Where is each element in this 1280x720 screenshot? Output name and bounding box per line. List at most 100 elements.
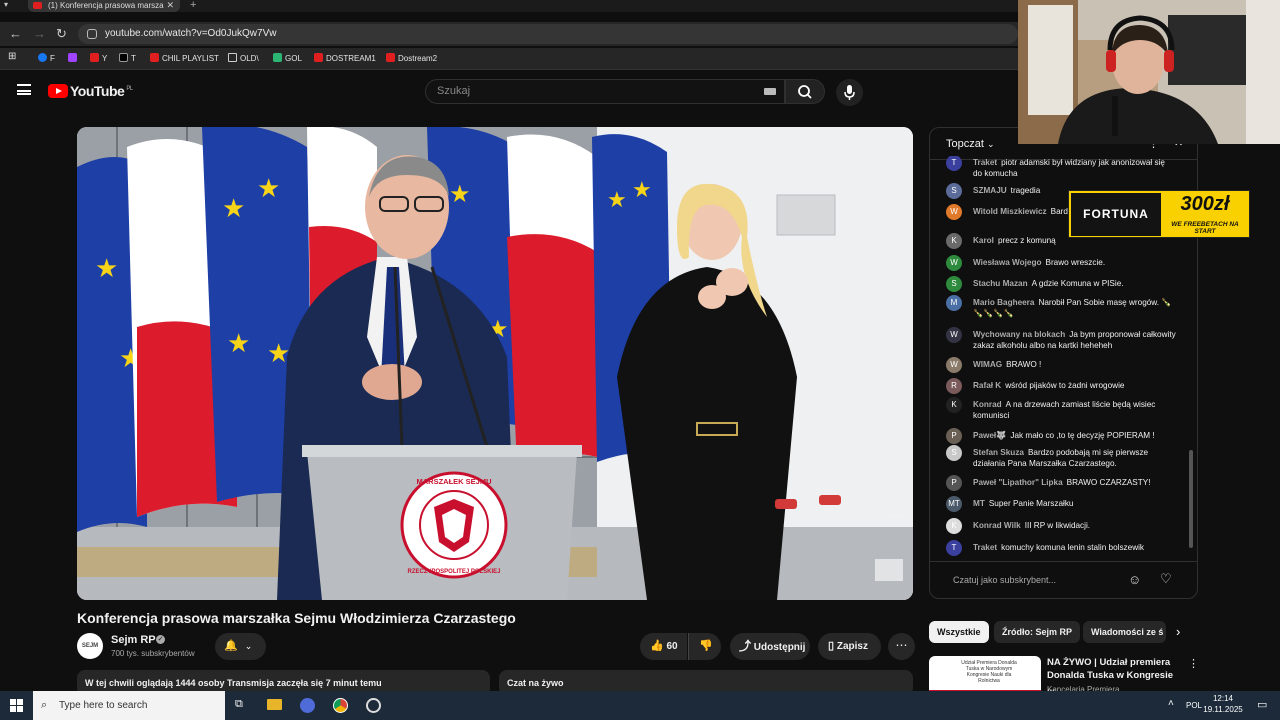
chat-avatar[interactable]: K <box>946 518 962 534</box>
bookmark-item[interactable]: Y <box>90 53 107 63</box>
search-button[interactable] <box>785 79 825 104</box>
chrome-icon[interactable] <box>333 698 348 713</box>
tab-search-icon[interactable]: ▾ <box>4 0 8 9</box>
chat-author[interactable]: Witold Miszkiewicz <box>973 207 1047 216</box>
bookmark-item[interactable] <box>68 53 80 63</box>
dislike-button[interactable]: 👎 <box>688 633 721 660</box>
chat-text: III RP w likwidacji. <box>1024 521 1091 530</box>
chip-news[interactable]: Wiadomości ze ś <box>1083 621 1166 643</box>
heart-icon[interactable]: ♡ <box>1160 571 1172 587</box>
live-viewers-text: W tej chwili oglądają 1444 osoby Transmi… <box>85 678 382 688</box>
task-view-icon[interactable]: ⧉ <box>235 698 243 711</box>
video-player[interactable]: ★ ★ ★ ★ ★ ★ ★ ★ ★ ★ MARSZAŁEK SEJMU RZEC… <box>77 127 913 600</box>
bookmark-item[interactable]: DOSTREAM1 <box>314 53 376 63</box>
chat-author[interactable]: Konrad Wilk <box>973 521 1021 530</box>
chat-author[interactable]: Wiesława Wojego <box>973 258 1041 267</box>
bookmark-item[interactable]: T <box>119 53 136 63</box>
back-icon[interactable]: ← <box>9 26 22 41</box>
chat-author[interactable]: Traket <box>973 158 997 167</box>
chat-author[interactable]: WIMAG <box>973 360 1002 369</box>
url-field[interactable]: youtube.com/watch?v=Od0JukQw7Vw <box>78 24 1018 44</box>
obs-icon[interactable] <box>366 698 381 713</box>
channel-name[interactable]: Sejm RP <box>111 634 156 646</box>
chat-message: W Wychowany na blokach Ja bym proponował c… <box>946 327 1176 351</box>
reload-icon[interactable]: ↻ <box>56 26 67 42</box>
site-info-icon[interactable] <box>87 29 97 39</box>
chat-avatar[interactable]: W <box>946 255 962 271</box>
chat-scrollbar[interactable] <box>1189 450 1193 548</box>
notifications-button[interactable]: 🔔 ⌄ <box>215 633 266 660</box>
voice-search-button[interactable] <box>836 79 863 106</box>
windows-start-icon[interactable] <box>10 699 23 712</box>
apps-grid-icon[interactable]: ⊞ <box>8 51 16 62</box>
chat-avatar[interactable]: R <box>946 378 962 394</box>
save-button[interactable]: ▯ Zapisz <box>818 633 881 660</box>
youtube-logo[interactable]: YouTube PL <box>48 83 133 99</box>
chat-avatar[interactable]: S <box>946 445 962 461</box>
browser-tab-active[interactable]: (1) Konferencja prasowa marsza ✕ <box>28 0 180 12</box>
close-tab-icon[interactable]: ✕ <box>166 0 174 11</box>
bookmark-item[interactable]: F <box>38 53 55 63</box>
like-button[interactable]: 👍 60 <box>640 633 687 660</box>
chat-text: Brawo wreszcie. <box>1045 258 1106 267</box>
chat-avatar[interactable]: S <box>946 183 962 199</box>
seal-text-top: MARSZAŁEK SEJMU <box>416 477 491 486</box>
more-actions-button[interactable]: ⋯ <box>888 633 915 660</box>
chip-all[interactable]: Wszystkie <box>929 621 989 643</box>
chat-author[interactable]: Paweł🐺 <box>973 431 1006 440</box>
emoji-icon[interactable]: ☺ <box>1128 572 1141 587</box>
chat-author[interactable]: Rafał K <box>973 381 1001 390</box>
chat-input[interactable]: Czatuj jako subskrybent... <box>953 575 1056 585</box>
thumbs-up-icon: 👍 <box>650 640 664 652</box>
chat-author[interactable]: Stachu Mazan <box>973 279 1028 288</box>
chat-author[interactable]: Traket <box>973 543 997 552</box>
chat-avatar[interactable]: W <box>946 204 962 220</box>
chat-avatar[interactable]: W <box>946 327 962 343</box>
file-explorer-icon[interactable] <box>267 699 282 710</box>
chip-source[interactable]: Źródło: Sejm RP <box>994 621 1081 643</box>
chat-author[interactable]: Konrad <box>973 400 1002 409</box>
bookmark-item[interactable]: GOL <box>273 53 302 63</box>
new-tab-icon[interactable]: + <box>190 0 196 11</box>
chat-author[interactable]: Paweł "Lipathor" Lipka <box>973 478 1063 487</box>
chat-avatar[interactable]: T <box>946 540 962 556</box>
chat-author[interactable]: Mario Bagheera <box>973 298 1034 307</box>
chevron-right-icon[interactable]: › <box>1176 624 1180 639</box>
bookmark-item[interactable]: Dostream2 <box>386 53 437 63</box>
chat-author[interactable]: SZMAJU <box>973 186 1007 195</box>
chat-author[interactable]: MT <box>973 499 985 508</box>
folder-icon <box>228 53 237 62</box>
app-icon[interactable] <box>300 698 315 713</box>
seal-text-bottom: RZECZYPOSPOLITEJ POLSKIEJ <box>407 569 500 575</box>
chat-mode-dropdown[interactable]: Topczat ⌄ <box>946 138 995 150</box>
forward-icon[interactable]: → <box>33 26 46 41</box>
share-button[interactable]: ⤴ Udostępnij <box>730 633 810 660</box>
menu-icon[interactable] <box>17 84 31 95</box>
search-input[interactable]: Szukaj <box>425 79 785 104</box>
chat-avatar[interactable]: M <box>946 295 962 311</box>
chat-author[interactable]: Stefan Skuza <box>973 448 1024 457</box>
chat-avatar[interactable]: P <box>946 475 962 491</box>
keyboard-icon[interactable] <box>764 88 776 95</box>
chat-author[interactable]: Karol <box>973 236 994 245</box>
chat-avatar[interactable]: T <box>946 156 962 171</box>
notifications-icon[interactable]: ▭ <box>1257 698 1267 711</box>
chat-avatar[interactable]: K <box>946 233 962 249</box>
podium-seal: MARSZAŁEK SEJMU RZECZYPOSPOLITEJ POLSKIE… <box>400 471 508 579</box>
chat-message: K Konrad Wilk III RP w likwidacji. <box>946 518 1176 534</box>
recommendation-thumbnail[interactable]: Udział Premiera Donalda Tuska w Narodowy… <box>929 656 1041 696</box>
chat-avatar[interactable]: MT <box>946 496 962 512</box>
tray-chevron-icon[interactable]: ˄ <box>1168 698 1174 709</box>
bookmark-folder[interactable]: OLD\ <box>228 53 259 63</box>
bookmark-item[interactable]: CHIL PLAYLIST <box>150 53 219 63</box>
chat-text: Jak mało co ,to tę decyzję POPIERAM ! <box>1010 431 1155 440</box>
chat-author[interactable]: Wychowany na blokach <box>973 330 1065 339</box>
channel-avatar[interactable]: SEJM <box>77 633 103 659</box>
taskbar-search[interactable]: ⌕ Type here to search <box>33 691 225 720</box>
chat-avatar[interactable]: K <box>946 397 962 413</box>
chat-avatar[interactable]: W <box>946 357 962 373</box>
chat-avatar[interactable]: P <box>946 428 962 444</box>
taskbar-clock[interactable]: 12:14 19.11.2025 <box>1198 693 1248 715</box>
more-icon[interactable]: ⋮ <box>1188 657 1199 670</box>
chat-avatar[interactable]: S <box>946 276 962 292</box>
